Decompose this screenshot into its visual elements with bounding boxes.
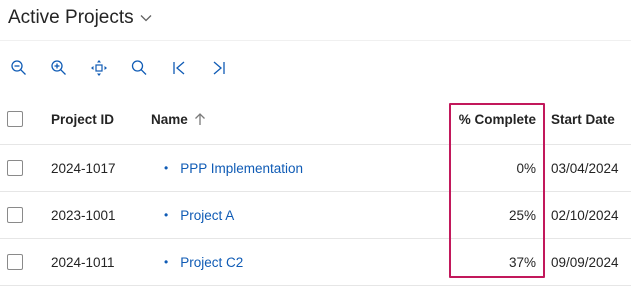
- table-row[interactable]: 2024-1011 • Project C2 37% 09/09/2024: [0, 239, 631, 286]
- project-name-link[interactable]: Project A: [180, 208, 234, 223]
- view-selector[interactable]: Active Projects: [8, 4, 152, 32]
- grid-header-row: Project ID Name % Complete Start Date: [0, 94, 631, 145]
- column-header-percent-complete[interactable]: % Complete: [450, 94, 536, 144]
- select-all-checkbox[interactable]: [7, 111, 23, 127]
- zoom-in-button[interactable]: [50, 58, 90, 78]
- zoom-in-icon: [50, 59, 68, 77]
- percent-complete-cell: 25%: [508, 207, 536, 223]
- percent-complete-cell: 37%: [508, 254, 536, 270]
- row-checkbox[interactable]: [7, 207, 23, 223]
- view-title: Active Projects: [8, 7, 134, 28]
- column-header-start-date[interactable]: Start Date: [551, 94, 615, 144]
- name-cell: • Project C2: [151, 239, 243, 285]
- projects-grid: Project ID Name % Complete Start Date 20…: [0, 94, 631, 286]
- row-checkbox[interactable]: [7, 254, 23, 270]
- header-divider: [0, 40, 631, 41]
- name-cell: • Project A: [151, 192, 234, 238]
- sort-ascending-icon: [194, 112, 206, 126]
- project-id-cell: 2023-1001: [51, 207, 116, 223]
- percent-complete-cell: 0%: [516, 160, 536, 176]
- project-id-cell: 2024-1011: [51, 254, 115, 270]
- bullet-icon: •: [164, 255, 169, 269]
- toolbar: [10, 58, 250, 78]
- column-header-project-id[interactable]: Project ID: [51, 94, 114, 144]
- start-date-cell: 03/04/2024: [551, 160, 619, 176]
- column-header-name[interactable]: Name: [151, 94, 206, 144]
- project-id-cell: 2024-1017: [51, 160, 116, 176]
- name-cell: • PPP Implementation: [151, 145, 303, 191]
- table-row[interactable]: 2024-1017 • PPP Implementation 0% 03/04/…: [0, 145, 631, 192]
- bullet-icon: •: [164, 161, 169, 175]
- zoom-out-button[interactable]: [10, 58, 50, 78]
- last-page-icon: [210, 59, 228, 77]
- first-page-icon: [170, 59, 188, 77]
- project-name-link[interactable]: Project C2: [180, 255, 243, 270]
- start-date-cell: 09/09/2024: [551, 254, 619, 270]
- last-page-button[interactable]: [210, 58, 250, 78]
- table-row[interactable]: 2023-1001 • Project A 25% 02/10/2024: [0, 192, 631, 239]
- pan-button[interactable]: [90, 58, 130, 78]
- row-checkbox[interactable]: [7, 160, 23, 176]
- pan-icon: [90, 59, 108, 77]
- search-icon: [130, 59, 148, 77]
- bullet-icon: •: [164, 208, 169, 222]
- project-name-link[interactable]: PPP Implementation: [180, 161, 303, 176]
- column-header-name-label: Name: [151, 111, 188, 127]
- first-page-button[interactable]: [170, 58, 210, 78]
- start-date-cell: 02/10/2024: [551, 207, 619, 223]
- zoom-out-icon: [10, 59, 28, 77]
- search-button[interactable]: [130, 58, 170, 78]
- chevron-down-icon[interactable]: [140, 14, 152, 22]
